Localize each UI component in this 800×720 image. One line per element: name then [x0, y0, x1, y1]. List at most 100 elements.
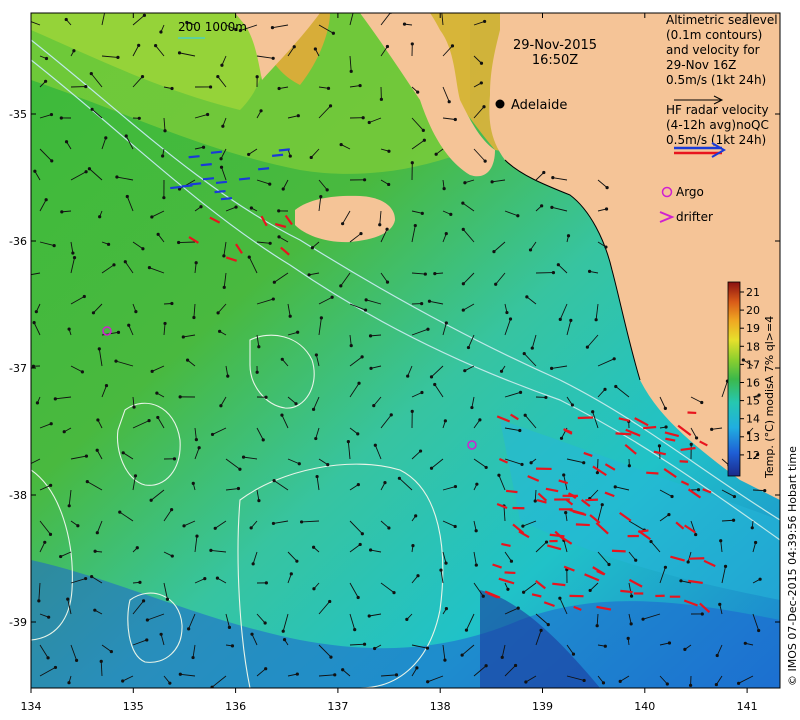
velocity-arrow-head — [191, 655, 195, 660]
adelaide-marker — [495, 99, 505, 109]
velocity-arrow-head — [522, 351, 526, 356]
hf-radar-vector — [620, 589, 633, 594]
velocity-arrow-head — [499, 369, 504, 373]
velocity-arrow-head — [21, 275, 24, 278]
velocity-arrow-head — [80, 370, 84, 374]
velocity-arrow-head — [104, 383, 109, 388]
velocity-arrow-head — [387, 526, 391, 530]
velocity-arrow-head — [264, 581, 268, 585]
velocity-arrow-head — [219, 165, 224, 169]
velocity-arrow-head — [569, 318, 573, 323]
velocity-arrow-head — [686, 560, 690, 564]
velocity-arrow-head — [439, 568, 443, 572]
velocity-arrow-head — [201, 145, 206, 149]
velocity-arrow-head — [670, 494, 674, 499]
velocity-arrow-head — [385, 280, 390, 284]
velocity-arrow-head — [35, 401, 40, 405]
velocity-arrow-head — [98, 215, 102, 219]
velocity-arrow-head — [99, 659, 103, 663]
velocity-arrow-head — [328, 104, 333, 108]
velocity-arrow-head — [649, 539, 653, 544]
velocity-arrow-head — [461, 308, 465, 312]
velocity-arrow-head — [558, 317, 562, 322]
velocity-arrow-head — [530, 346, 534, 350]
velocity-arrow-head — [67, 681, 71, 685]
velocity-arrow-head — [474, 529, 478, 533]
velocity-arrow-head — [372, 404, 376, 408]
adelaide-label: Adelaide — [511, 98, 567, 113]
x-tick-label: 134 — [21, 700, 42, 713]
velocity-arrow-head — [367, 614, 371, 618]
hf-radar-vector — [504, 571, 516, 575]
velocity-arrow-head — [387, 149, 391, 153]
velocity-arrow-head — [422, 138, 426, 142]
velocity-arrow-head — [289, 572, 293, 576]
velocity-arrow-head — [216, 74, 220, 79]
velocity-arrow-head — [410, 161, 414, 165]
velocity-arrow-head — [385, 227, 389, 231]
velocity-arrow-head — [411, 544, 415, 548]
velocity-arrow-head — [64, 17, 68, 22]
velocity-arrow-head — [524, 680, 528, 684]
velocity-arrow-head — [163, 129, 167, 133]
velocity-arrow-head — [203, 577, 207, 581]
velocity-arrow-head — [522, 590, 526, 594]
velocity-arrow-head — [420, 302, 424, 306]
x-tick-label: 136 — [225, 700, 246, 713]
velocity-arrow-head — [177, 51, 182, 55]
velocity-arrow-head — [314, 353, 318, 357]
velocity-arrow-head — [715, 653, 719, 658]
hf-radar-vector — [505, 489, 518, 494]
velocity-arrow-head — [551, 176, 555, 180]
y-tick-label: -39 — [9, 616, 27, 629]
velocity-arrow-head — [222, 285, 226, 289]
velocity-arrow-head — [594, 318, 598, 322]
velocity-arrow-head — [197, 446, 201, 450]
colorbar-tick-label: 14 — [746, 413, 760, 426]
velocity-arrow-head — [288, 314, 292, 318]
velocity-arrow-head — [551, 271, 556, 275]
velocity-arrow-head — [420, 211, 424, 215]
altimetric-legend-line: (0.1m contours) — [666, 28, 762, 42]
velocity-arrow-head — [106, 242, 111, 246]
velocity-arrow-head — [513, 663, 518, 668]
velocity-arrow-head — [49, 422, 53, 426]
velocity-arrow-head — [479, 61, 484, 65]
velocity-arrow-head — [295, 559, 299, 563]
velocity-arrow-head — [47, 615, 51, 619]
velocity-arrow-head — [249, 526, 253, 530]
velocity-arrow-head — [118, 510, 122, 514]
velocity-arrow-head — [585, 345, 589, 349]
velocity-arrow-head — [103, 9, 106, 12]
hf-radar-vector — [615, 432, 632, 436]
velocity-arrow-head — [663, 406, 667, 410]
velocity-arrow-head — [358, 83, 362, 88]
velocity-arrow-head — [281, 187, 285, 191]
hf-radar-vector — [575, 523, 590, 527]
velocity-arrow-head — [154, 44, 158, 48]
velocity-arrow-head — [559, 436, 564, 440]
velocity-arrow-head — [271, 521, 276, 526]
hf-radar-vector — [646, 471, 659, 475]
velocity-arrow-head — [356, 432, 360, 436]
altimetric-legend-line: 0.5m/s (1kt 24h) — [666, 73, 766, 87]
velocity-arrow-head — [483, 159, 487, 163]
velocity-arrow-head — [443, 658, 447, 662]
map-time: 16:50Z — [532, 53, 578, 68]
velocity-arrow-head — [227, 625, 232, 629]
velocity-arrow-head — [156, 415, 160, 420]
velocity-arrow-head — [43, 540, 47, 544]
velocity-arrow-head — [463, 181, 467, 185]
velocity-arrow-head — [74, 658, 79, 663]
velocity-arrow-head — [59, 116, 63, 120]
velocity-arrow-head — [46, 656, 50, 660]
velocity-arrow-head — [115, 175, 119, 179]
velocity-arrow-head — [494, 282, 498, 286]
velocity-arrow-head — [93, 608, 97, 612]
velocity-arrow-head — [490, 180, 494, 184]
velocity-arrow-head — [571, 652, 576, 656]
velocity-arrow-head — [440, 6, 443, 9]
velocity-arrow-head — [84, 454, 89, 458]
velocity-arrow-head — [85, 480, 89, 484]
velocity-arrow-head — [116, 330, 121, 334]
